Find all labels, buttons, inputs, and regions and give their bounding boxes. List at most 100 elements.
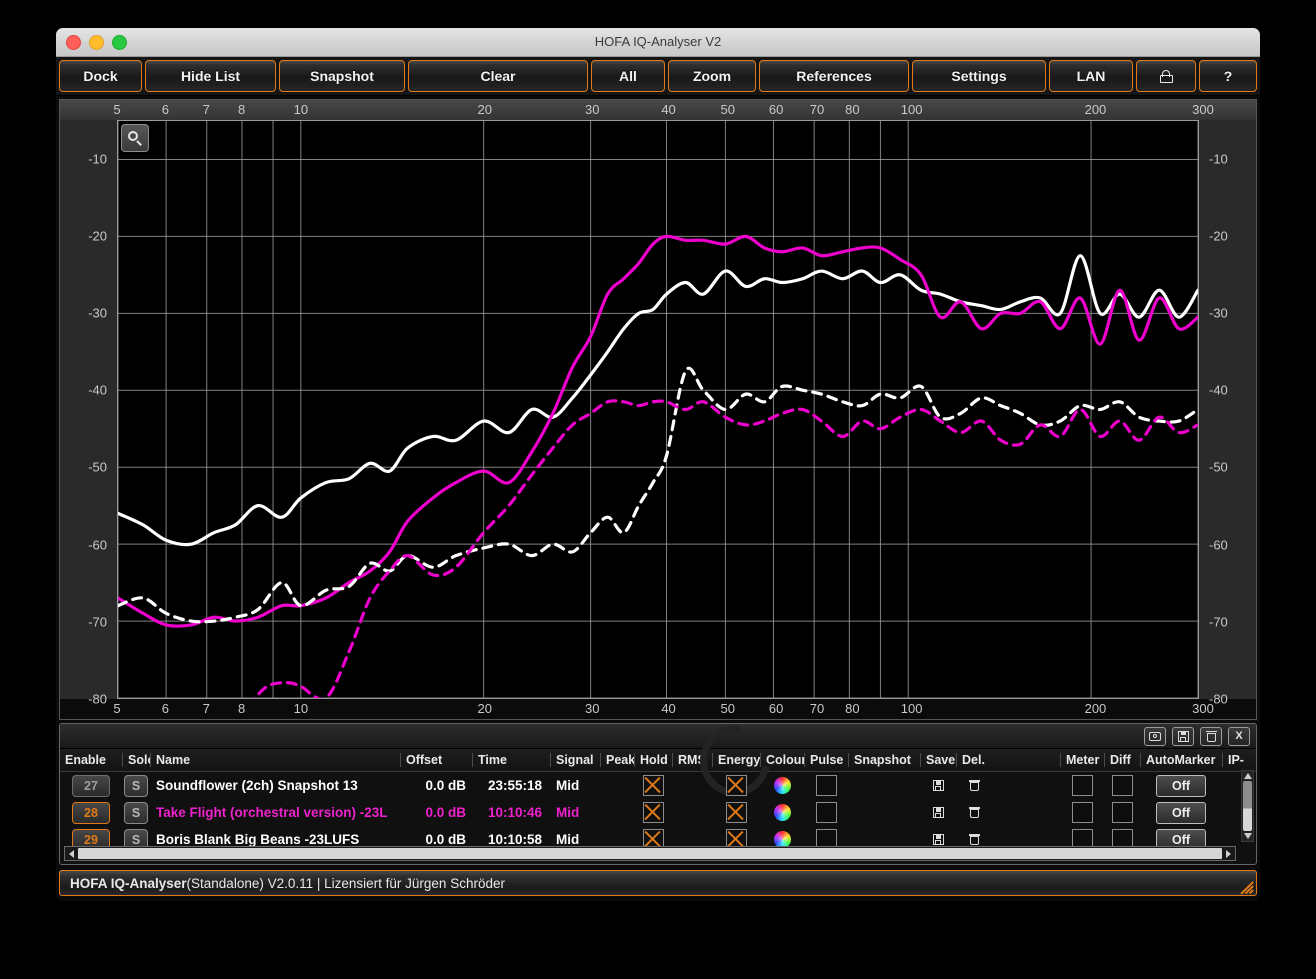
table-row[interactable]: 28STake Flight (orchestral version) -23L… bbox=[60, 799, 1256, 826]
y-tick-label: -20 bbox=[88, 228, 107, 243]
x-tick-label: 40 bbox=[661, 701, 675, 716]
enable-toggle-27[interactable]: 27 bbox=[72, 775, 110, 797]
column-header-name[interactable]: Name bbox=[150, 753, 400, 767]
y-axis-right: -10-20-30-40-50-60-70-80 bbox=[1199, 120, 1256, 699]
hide-list-button[interactable]: Hide List bbox=[145, 60, 276, 92]
chevron-left-icon bbox=[69, 850, 74, 858]
x-tick-label: 50 bbox=[721, 102, 735, 117]
energy-checkbox[interactable] bbox=[726, 802, 747, 823]
diff-checkbox[interactable] bbox=[1112, 775, 1133, 796]
column-header-meter[interactable]: Meter bbox=[1060, 753, 1104, 767]
y-tick-label: -10 bbox=[88, 151, 107, 166]
close-list-button[interactable]: X bbox=[1228, 727, 1250, 746]
x-tick-label: 50 bbox=[721, 701, 735, 716]
column-header-solo[interactable]: Solo bbox=[122, 753, 150, 767]
row-save-icon[interactable] bbox=[933, 807, 944, 818]
column-header-automarker[interactable]: AutoMarker bbox=[1140, 753, 1222, 767]
status-bar: HOFA IQ-Analyser (Standalone) V2.0.11 | … bbox=[59, 870, 1257, 896]
x-tick-label: 80 bbox=[845, 701, 859, 716]
row-save-icon[interactable] bbox=[933, 780, 944, 791]
column-header-signal[interactable]: Signal bbox=[550, 753, 600, 767]
column-header-energy[interactable]: Energy bbox=[712, 753, 760, 767]
enable-toggle-28[interactable]: 28 bbox=[72, 802, 110, 824]
all-button[interactable]: All bbox=[591, 60, 665, 92]
zoom-button[interactable]: Zoom bbox=[668, 60, 756, 92]
list-horizontal-scrollbar[interactable] bbox=[64, 846, 1236, 861]
row-delete-icon[interactable] bbox=[970, 834, 979, 845]
colour-wheel-button[interactable] bbox=[774, 777, 791, 794]
save-all-button[interactable] bbox=[1172, 727, 1194, 746]
track-list-panel: X EnableSoloNameOffsetTimeSignalPeakHold… bbox=[59, 723, 1257, 865]
solo-button[interactable]: S bbox=[124, 775, 148, 797]
column-header-peak[interactable]: Peak bbox=[600, 753, 634, 767]
time-value: 23:55:18 bbox=[488, 778, 542, 793]
list-vertical-scrollbar[interactable] bbox=[1241, 770, 1254, 842]
column-header-hold[interactable]: Hold bbox=[634, 753, 672, 767]
settings-button[interactable]: Settings bbox=[912, 60, 1046, 92]
scroll-left-button[interactable] bbox=[65, 850, 78, 858]
column-header-enable[interactable]: Enable bbox=[60, 753, 122, 767]
column-header-save[interactable]: Save bbox=[920, 753, 956, 767]
x-tick-label: 6 bbox=[162, 102, 169, 117]
y-tick-label: -50 bbox=[88, 460, 107, 475]
pulse-checkbox[interactable] bbox=[816, 802, 837, 823]
row-delete-icon[interactable] bbox=[970, 807, 979, 818]
resize-grip[interactable] bbox=[1235, 875, 1253, 893]
spectrum-graph[interactable]: 56781020304050607080100200300 5678102030… bbox=[59, 99, 1257, 720]
energy-checkbox[interactable] bbox=[726, 775, 747, 796]
camera-button[interactable] bbox=[1144, 727, 1166, 746]
column-header-time[interactable]: Time bbox=[472, 753, 550, 767]
x-tick-label: 20 bbox=[477, 701, 491, 716]
solo-button[interactable]: S bbox=[124, 802, 148, 824]
horizontal-scroll-thumb[interactable] bbox=[78, 848, 1222, 859]
clear-button[interactable]: Clear bbox=[408, 60, 588, 92]
automarker-button[interactable]: Off bbox=[1156, 775, 1206, 797]
plot-area[interactable] bbox=[117, 120, 1199, 699]
column-header-pulse[interactable]: Pulse bbox=[804, 753, 848, 767]
x-tick-label: 300 bbox=[1192, 102, 1214, 117]
scroll-down-icon[interactable] bbox=[1244, 833, 1252, 839]
diff-checkbox[interactable] bbox=[1112, 802, 1133, 823]
dock-button[interactable]: Dock bbox=[59, 60, 142, 92]
lan-button[interactable]: LAN bbox=[1049, 60, 1133, 92]
help-button[interactable]: ? bbox=[1199, 60, 1257, 92]
scroll-right-button[interactable] bbox=[1222, 850, 1235, 858]
lock-button[interactable] bbox=[1136, 60, 1196, 92]
vertical-scroll-thumb[interactable] bbox=[1243, 781, 1252, 831]
x-tick-label: 5 bbox=[113, 102, 120, 117]
column-header-rms[interactable]: RMS bbox=[672, 753, 712, 767]
x-tick-label: 20 bbox=[477, 102, 491, 117]
snapshot-button[interactable]: Snapshot bbox=[279, 60, 405, 92]
automarker-button[interactable]: Off bbox=[1156, 802, 1206, 824]
scroll-up-icon[interactable] bbox=[1244, 773, 1252, 779]
hold-checkbox[interactable] bbox=[643, 802, 664, 823]
x-tick-label: 100 bbox=[901, 701, 923, 716]
x-tick-label: 200 bbox=[1085, 102, 1107, 117]
meter-checkbox[interactable] bbox=[1072, 802, 1093, 823]
application-window: HOFA IQ-Analyser V2 Dock Hide List Snaps… bbox=[56, 28, 1260, 901]
column-header-ip[interactable]: IP- bbox=[1222, 753, 1248, 767]
y-tick-label: -80 bbox=[1209, 692, 1228, 707]
hold-checkbox[interactable] bbox=[643, 775, 664, 796]
pulse-checkbox[interactable] bbox=[816, 775, 837, 796]
trash-icon bbox=[1207, 731, 1216, 742]
references-button[interactable]: References bbox=[759, 60, 909, 92]
meter-checkbox[interactable] bbox=[1072, 775, 1093, 796]
column-header-del[interactable]: Del. bbox=[956, 753, 992, 767]
column-header-colour[interactable]: Colour bbox=[760, 753, 804, 767]
graph-magnifier-button[interactable] bbox=[121, 124, 149, 152]
column-header-offset[interactable]: Offset bbox=[400, 753, 472, 767]
row-save-icon[interactable] bbox=[933, 834, 944, 845]
column-header-snapshot[interactable]: Snapshot bbox=[848, 753, 920, 767]
list-rows: 27SSoundflower (2ch) Snapshot 130.0 dB23… bbox=[60, 772, 1256, 853]
table-row[interactable]: 27SSoundflower (2ch) Snapshot 130.0 dB23… bbox=[60, 772, 1256, 799]
chevron-right-icon bbox=[1226, 850, 1231, 858]
colour-wheel-button[interactable] bbox=[774, 804, 791, 821]
row-delete-icon[interactable] bbox=[970, 780, 979, 791]
magnifier-icon bbox=[127, 130, 143, 146]
delete-all-button[interactable] bbox=[1200, 727, 1222, 746]
save-icon bbox=[1178, 731, 1189, 742]
column-header-diff[interactable]: Diff bbox=[1104, 753, 1140, 767]
list-toolbar: X bbox=[60, 724, 1256, 749]
x-tick-label: 7 bbox=[203, 701, 210, 716]
